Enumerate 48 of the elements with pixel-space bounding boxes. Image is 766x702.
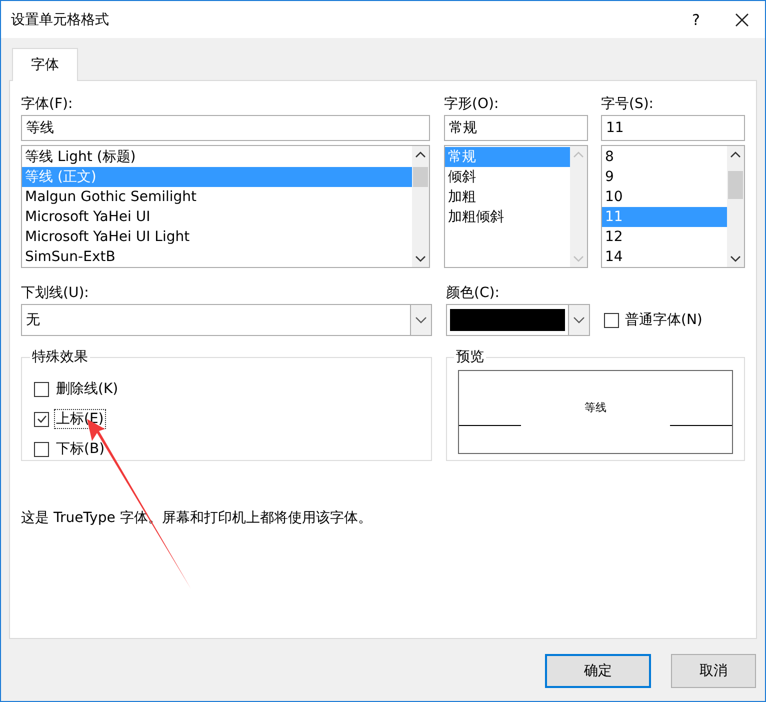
scroll-thumb[interactable] xyxy=(728,171,743,199)
checkbox[interactable] xyxy=(604,312,619,328)
input-field[interactable]: 常规 xyxy=(444,115,588,141)
chevron-down-icon xyxy=(573,316,585,324)
close-icon xyxy=(735,12,749,26)
field-label: 下划线(U): xyxy=(21,284,90,303)
group-title: 预览 xyxy=(455,348,485,366)
checkbox-label: 删除线(K) xyxy=(55,380,120,398)
checkbox[interactable] xyxy=(34,442,49,456)
help-button[interactable]: ? xyxy=(673,1,719,38)
list-item[interactable]: Malgun Gothic Semilight xyxy=(22,187,412,207)
list-box[interactable]: 等线 Light (标题) 等线 (正文) Malgun Gothic Semilight Microsoft YaHei UI Microsoft YaHei UI Light SimSun-ExtB xyxy=(21,145,430,268)
list-item[interactable]: 加粗 xyxy=(445,187,570,207)
checkbox-label: 下标(B) xyxy=(55,440,106,458)
list-item[interactable]: 9 xyxy=(602,167,727,187)
window-title: 设置单元格格式 xyxy=(10,10,109,28)
field-label: 字号(S): xyxy=(601,95,655,114)
tab[interactable]: 字体 xyxy=(12,48,78,81)
group-title: 特殊效果 xyxy=(31,348,89,366)
list-box[interactable]: 8 9 10 11 12 14 xyxy=(601,145,745,268)
color-dropdown[interactable] xyxy=(446,304,590,336)
list-item[interactable]: 等线 Light (标题) xyxy=(22,147,412,167)
checkbox[interactable] xyxy=(34,412,49,426)
checkbox-label: 普通字体(N) xyxy=(625,311,702,329)
list-item[interactable]: Microsoft YaHei UI xyxy=(22,207,412,227)
dialog-button[interactable]: 取消 xyxy=(671,654,756,688)
list-item[interactable]: 12 xyxy=(602,227,727,247)
list-item[interactable]: 10 xyxy=(602,187,727,207)
check-icon xyxy=(36,413,48,425)
list-item[interactable]: SimSun-ExtB xyxy=(22,247,412,267)
list-item[interactable]: 倾斜 xyxy=(445,167,570,187)
list-box[interactable]: 常规 倾斜 加粗 加粗倾斜 xyxy=(444,145,588,268)
field-label: 字形(O): xyxy=(444,95,500,114)
dialog-button[interactable]: 确定 xyxy=(545,654,651,688)
underline-dropdown[interactable]: 无 xyxy=(21,304,432,336)
list-item[interactable]: 14 xyxy=(602,247,727,267)
list-item[interactable]: 加粗倾斜 xyxy=(445,207,570,227)
checkbox[interactable] xyxy=(34,382,49,396)
scroll-thumb[interactable] xyxy=(413,167,428,187)
preview-text: 等线 xyxy=(584,400,608,414)
field-label: 字体(F): xyxy=(21,95,74,114)
list-item[interactable]: Microsoft YaHei UI Light xyxy=(22,227,412,247)
chevron-down-icon xyxy=(415,316,427,324)
input-field[interactable]: 等线 xyxy=(21,115,430,141)
input-field[interactable]: 11 xyxy=(601,115,745,141)
list-item[interactable]: 8 xyxy=(602,147,727,167)
field-label: 颜色(C): xyxy=(446,284,500,303)
checkbox-label: 上标(E) xyxy=(55,410,105,428)
